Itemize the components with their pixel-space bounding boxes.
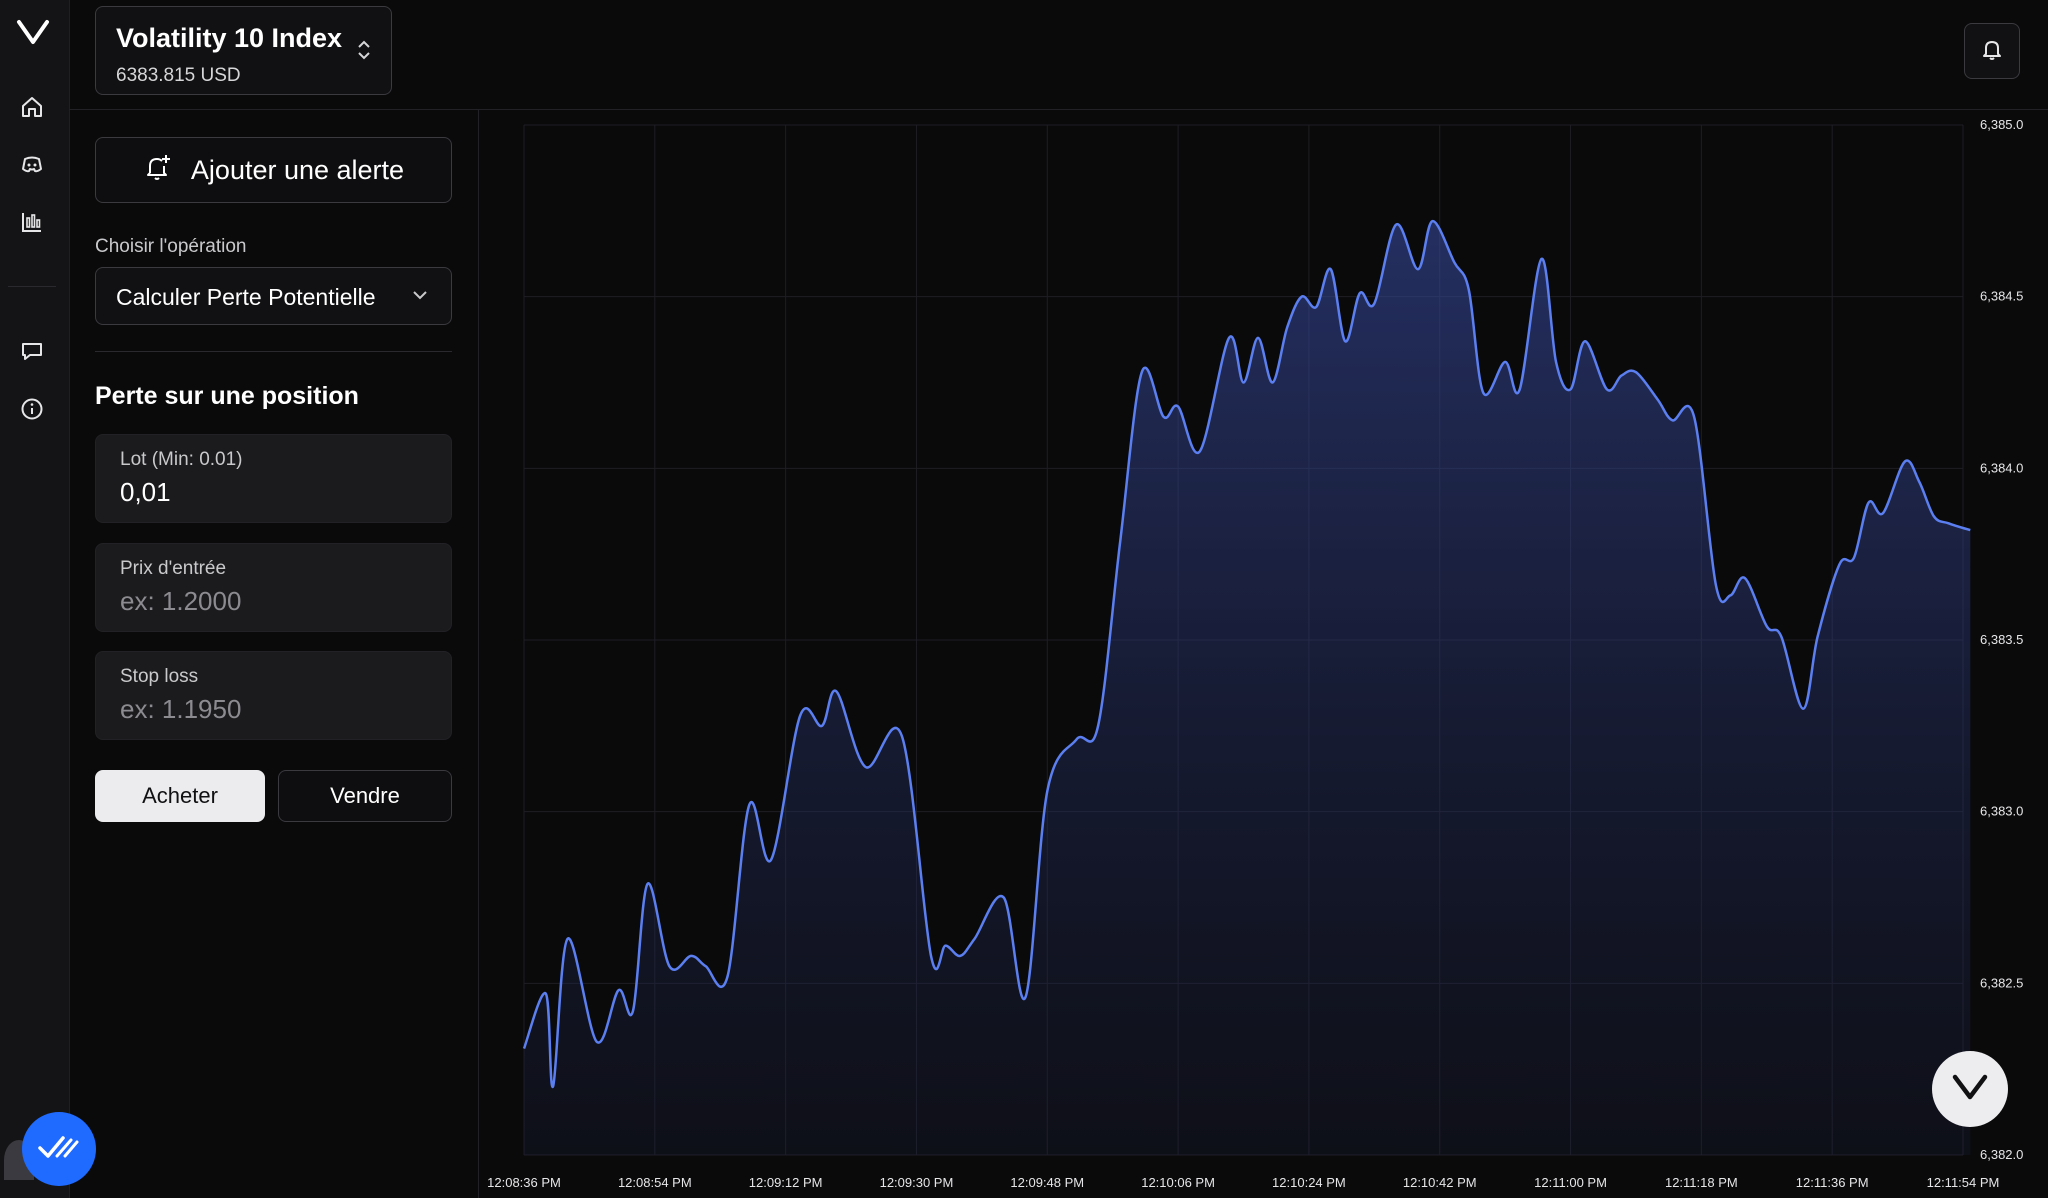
sell-button[interactable]: Vendre: [278, 770, 452, 822]
bell-plus-icon: [143, 152, 173, 189]
discord-icon[interactable]: [20, 153, 44, 177]
updown-icon: [357, 39, 371, 66]
symbol-price: 6383.815 USD: [116, 65, 241, 86]
price-area: [524, 221, 1971, 1155]
home-icon[interactable]: [20, 95, 44, 119]
top-bar: Volatility 10 Index 6383.815 USD: [69, 0, 2048, 110]
x-tick-label: 12:10:24 PM: [1272, 1175, 1346, 1190]
task-badge[interactable]: [22, 1112, 96, 1186]
y-tick-label: 6,383.0: [1980, 804, 2023, 819]
y-tick-label: 6,384.0: [1980, 460, 2023, 475]
operation-label: Choisir l'opération: [95, 236, 247, 257]
rail-divider: [8, 286, 56, 287]
x-tick-label: 12:09:12 PM: [749, 1175, 823, 1190]
section-title: Perte sur une position: [95, 382, 359, 410]
entry-price-label: Prix d'entrée: [120, 558, 227, 579]
x-tick-label: 12:08:54 PM: [618, 1175, 692, 1190]
add-alert-label: Ajouter une alerte: [190, 154, 405, 185]
x-tick-label: 12:10:06 PM: [1141, 1175, 1215, 1190]
price-chart[interactable]: 6,385.0 6,384.5 6,384.0 6,383.5 6,383.0 6,382…: [480, 110, 2048, 1198]
x-tick-label: 12:09:48 PM: [1010, 1175, 1084, 1190]
x-tick-label: 12:11:00 PM: [1534, 1175, 1607, 1190]
buy-button[interactable]: Acheter: [95, 770, 265, 822]
operation-value: Calculer Perte Potentielle: [116, 284, 376, 310]
x-tick-label: 12:08:36 PM: [487, 1175, 561, 1190]
bell-icon: [1980, 37, 2004, 66]
entry-price-field: Prix d'entrée: [95, 543, 452, 632]
stop-loss-field: Stop loss: [95, 651, 452, 740]
y-tick-label: 6,383.5: [1980, 632, 2023, 647]
symbol-selector[interactable]: Volatility 10 Index 6383.815 USD: [95, 6, 392, 95]
operation-select[interactable]: Calculer Perte Potentielle: [95, 267, 452, 325]
x-tick-label: 12:09:30 PM: [880, 1175, 954, 1190]
check-icon: [37, 1132, 81, 1167]
lot-input[interactable]: [120, 477, 420, 508]
x-tick-label: 12:10:42 PM: [1403, 1175, 1477, 1190]
nav-rail: [0, 0, 70, 1198]
chevron-down-icon: [411, 288, 429, 306]
add-alert-button[interactable]: Ajouter une alerte: [95, 137, 452, 203]
lot-field: Lot (Min: 0.01): [95, 434, 452, 523]
y-tick-label: 6,382.5: [1980, 975, 2023, 990]
calculator-panel: Ajouter une alerte Choisir l'opération C…: [69, 110, 479, 1198]
chart-icon[interactable]: [20, 210, 44, 234]
x-tick-label: 12:11:18 PM: [1665, 1175, 1738, 1190]
panel-divider: [95, 351, 452, 352]
entry-price-input[interactable]: [120, 586, 420, 617]
stop-loss-label: Stop loss: [120, 666, 199, 687]
notifications-button[interactable]: [1964, 23, 2020, 79]
logo-icon[interactable]: [16, 18, 50, 51]
x-tick-label: 12:11:54 PM: [1927, 1175, 2000, 1190]
y-tick-label: 6,382.0: [1980, 1147, 2023, 1162]
chat-icon[interactable]: [20, 339, 44, 363]
assistant-button[interactable]: [1932, 1051, 2008, 1127]
x-tick-label: 12:11:36 PM: [1796, 1175, 1869, 1190]
lot-label: Lot (Min: 0.01): [120, 449, 243, 470]
y-tick-label: 6,385.0: [1980, 117, 2023, 132]
stop-loss-input[interactable]: [120, 694, 420, 725]
symbol-name: Volatility 10 Index: [116, 23, 343, 53]
info-icon[interactable]: [20, 397, 44, 421]
y-tick-label: 6,384.5: [1980, 289, 2023, 304]
logo-icon: [1951, 1072, 1989, 1107]
